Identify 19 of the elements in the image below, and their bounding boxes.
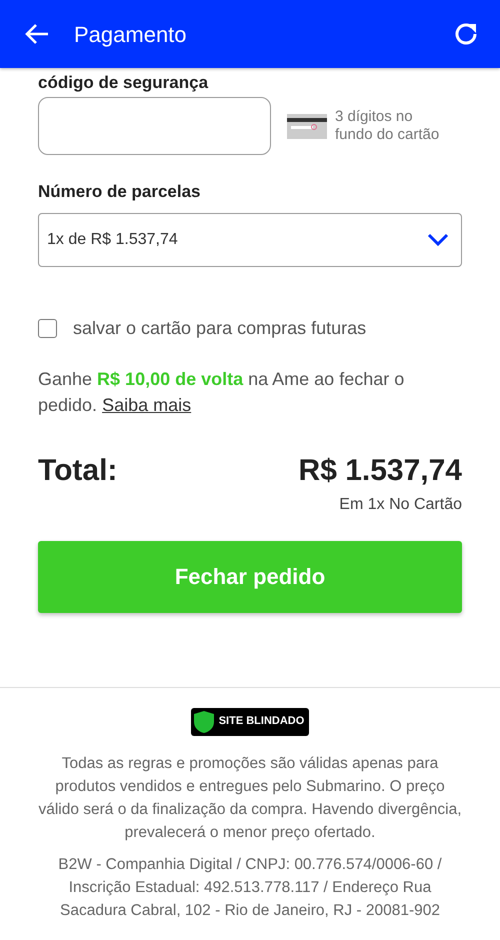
field-label: Número de parcelas [38,181,202,203]
security-seal: SITE BLINDADO [190,708,310,736]
total-amount: R$ 1.537,74 [298,452,462,489]
installments-select[interactable]: 1x de R$ 1.537,74 [38,212,462,266]
card-back-icon [287,114,327,138]
terms-text: Todas as regras e promoções são válidas apenas para produtos vendidos e entregues pelo Submarino. O preço válido será o da finalização da compra. Havendo divergência, prevalecerá o menor preço ofertado. [37,754,463,844]
company-info: B2W - Companhia Digital / CNPJ: 00.776.574/0006-60 / Inscrição Estadual: 492.513.778.117 / Endereço Rua Sacadura Cabral, 102 - Rio de Janeiro, RJ - 20081-902 [57,854,443,922]
page-title: Pagamento [74,20,188,49]
back-icon[interactable] [24,23,50,45]
chevron-down-icon [427,232,449,246]
cashback-text: Ganhe R$ 10,00 de volta na Ame ao fechar o pedido. Saiba mais [38,368,406,417]
checkbox[interactable] [38,318,57,338]
payment-detail: Em 1x No Cartão [339,496,462,513]
checkbox-label: salvar o cartão para compras futuras [73,316,366,340]
hint-text: 3 dígitos no fundo do cartão [335,108,440,144]
field-label: código de segurança [38,74,210,91]
total-label: Total: [38,452,118,489]
learn-more-link[interactable]: Saiba mais [102,394,192,415]
security-code-field[interactable] [38,97,271,155]
